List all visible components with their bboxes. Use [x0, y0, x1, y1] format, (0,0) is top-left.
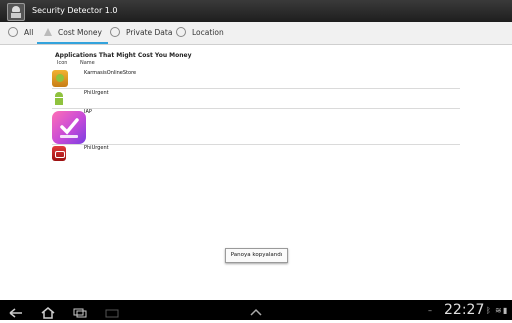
warning-icon [44, 28, 52, 36]
eye-icon [110, 27, 120, 37]
info-icon [8, 27, 18, 37]
app-name: PhiUrgent [84, 90, 109, 96]
column-header-icon: Icon [57, 60, 68, 66]
section-heading: Applications That Might Cost You Money [55, 52, 192, 59]
chevron-up-icon[interactable] [248, 304, 264, 316]
back-icon[interactable] [8, 304, 24, 318]
wifi-icon: ≋ [495, 306, 502, 315]
title-bar: Security Detector 1.0 [0, 0, 512, 22]
screenshot-icon[interactable] [104, 304, 120, 318]
location-icon [176, 27, 186, 37]
app-row[interactable]: PhiUrgent [52, 88, 460, 109]
tab-label: Cost Money [58, 28, 102, 37]
tab-location[interactable]: Location [176, 22, 224, 44]
checkmark-app-icon [52, 111, 86, 144]
column-header-name: Name [80, 60, 95, 66]
tab-label: Location [192, 28, 224, 37]
android-robot-icon [52, 91, 66, 105]
notification-icon[interactable]: – [428, 306, 432, 315]
tab-label: Private Data [126, 28, 173, 37]
red-phone-icon [52, 146, 66, 161]
app-row[interactable]: IAP [52, 108, 460, 145]
tab-cost-money[interactable]: Cost Money [37, 22, 108, 44]
android-store-icon [52, 70, 68, 87]
battery-icon: ▮ [503, 306, 508, 315]
recent-apps-icon[interactable] [72, 304, 88, 318]
app-row[interactable]: PhiUrgent [52, 144, 460, 164]
home-icon[interactable] [40, 304, 56, 319]
app-name: PhiUrgent [84, 145, 109, 151]
tab-private-data[interactable]: Private Data [110, 22, 172, 44]
android-app-icon [7, 3, 25, 21]
clock[interactable]: 22:27 [444, 302, 484, 318]
app-name: IAP [84, 109, 92, 115]
bluetooth-icon: ᛒ [486, 306, 491, 315]
tab-bar: All Cost Money Private Data Location [0, 22, 512, 45]
system-bar: – 22:27 ᛒ ≋ ▮ [0, 300, 512, 320]
app-title: Security Detector 1.0 [32, 6, 118, 15]
tab-label: All [24, 28, 34, 37]
app-row[interactable]: KarmasisOnlineStore [52, 68, 460, 89]
toast-message: Panoya kopyalandı [225, 248, 288, 263]
tab-all[interactable]: All [8, 22, 33, 44]
app-name: KarmasisOnlineStore [84, 70, 137, 76]
